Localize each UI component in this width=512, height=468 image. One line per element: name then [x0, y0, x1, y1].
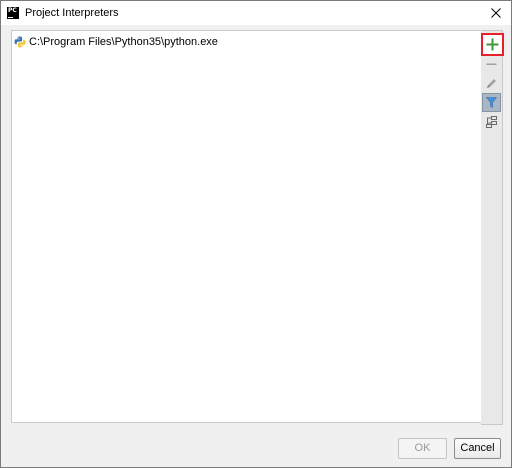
dialog-title: Project Interpreters [25, 7, 119, 19]
add-interpreter-button[interactable] [481, 33, 504, 56]
title-bar: PC Project Interpreters [1, 1, 511, 25]
show-paths-button[interactable] [482, 113, 501, 132]
close-button[interactable] [481, 1, 511, 25]
remove-interpreter-button[interactable] [482, 55, 501, 74]
project-interpreters-dialog: PC Project Interpreters C:\Program Files… [0, 0, 512, 468]
list-item[interactable]: C:\Program Files\Python35\python.exe [12, 34, 481, 50]
ok-button[interactable]: OK [398, 438, 447, 459]
plus-icon [486, 38, 499, 51]
interpreters-toolbar [481, 30, 504, 425]
interpreters-list[interactable]: C:\Program Files\Python35\python.exe [11, 30, 482, 423]
cancel-button[interactable]: Cancel [454, 438, 501, 459]
pycharm-app-icon: PC [7, 7, 19, 19]
minus-icon [486, 63, 497, 65]
interpreter-path: C:\Program Files\Python35\python.exe [29, 36, 218, 48]
close-icon [491, 8, 501, 18]
edit-interpreter-button[interactable] [482, 74, 501, 93]
python-icon [14, 36, 26, 48]
pencil-icon [487, 79, 496, 88]
filter-toggle-button[interactable] [482, 93, 501, 112]
filter-icon [485, 97, 498, 108]
app-icon-underline [8, 17, 13, 18]
tree-paths-icon [486, 116, 497, 128]
app-icon-label: PC [8, 7, 17, 14]
